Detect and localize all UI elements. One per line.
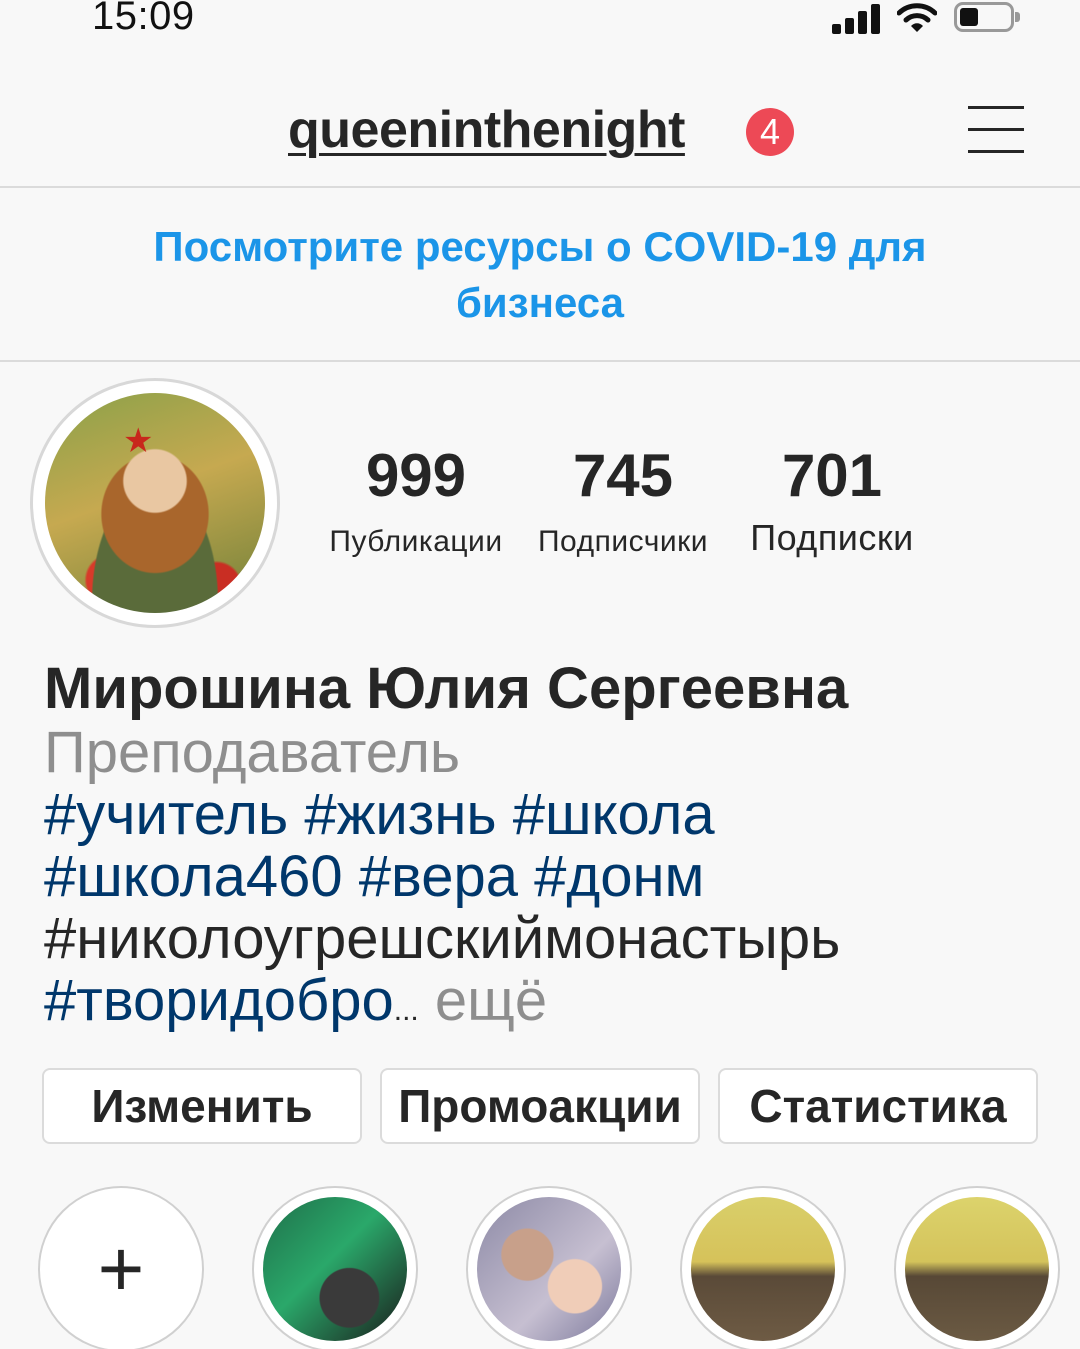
- star-icon: ★: [123, 422, 154, 460]
- profile-stats: 999 Публикации 745 Подписчики 701 Подпис…: [316, 440, 936, 570]
- battery-icon: [954, 2, 1020, 32]
- following-count: 701: [781, 442, 883, 509]
- bio-line: #школа460 #вера #донм: [44, 846, 1054, 908]
- hashtag-link[interactable]: #учитель: [44, 782, 288, 847]
- covid-resources-link[interactable]: Посмотрите ресурсы о COVID-19 для бизнес…: [100, 219, 980, 331]
- insights-button[interactable]: Статистика: [718, 1068, 1038, 1144]
- profile-bio: Мирошина Юлия Сергеевна Преподаватель #у…: [44, 656, 1054, 1042]
- highlight-item[interactable]: [894, 1186, 1060, 1349]
- new-highlight-button[interactable]: +: [38, 1186, 204, 1349]
- highlight-thumbnail: [263, 1197, 407, 1341]
- hashtag-link[interactable]: #вера: [359, 844, 518, 909]
- plus-icon: +: [97, 1224, 145, 1313]
- followers-label: Подписчики: [537, 525, 709, 558]
- highlight-item[interactable]: [466, 1186, 632, 1349]
- highlight-item[interactable]: [680, 1186, 846, 1349]
- covid-resources-banner[interactable]: Посмотрите ресурсы о COVID-19 для бизнес…: [0, 190, 1080, 362]
- bio-more-link[interactable]: ещё: [435, 968, 547, 1033]
- profile-actions: Изменить Промоакции Статистика: [42, 1068, 1038, 1144]
- hashtag-link[interactable]: #жизнь: [304, 782, 496, 847]
- posts-count: 999: [365, 442, 467, 509]
- highlight-item[interactable]: [252, 1186, 418, 1349]
- notification-badge: 4: [746, 108, 794, 156]
- hashtag-link[interactable]: #школа: [513, 782, 715, 847]
- bio-ellipsis: ...: [393, 994, 419, 1027]
- avatar[interactable]: ★: [45, 393, 265, 613]
- followers-stat[interactable]: 745 Подписчики: [526, 440, 720, 564]
- highlight-thumbnail: [691, 1197, 835, 1341]
- username-switcher[interactable]: queeninthenight: [288, 100, 685, 160]
- posts-stat[interactable]: 999 Публикации: [316, 440, 516, 564]
- profile-header: queeninthenight 4: [0, 60, 1080, 188]
- category-label: Преподаватель: [44, 720, 461, 785]
- full-name: Мирошина Юлия Сергеевна: [44, 656, 849, 721]
- followers-count: 745: [572, 442, 674, 509]
- status-time: 15:09: [92, 0, 195, 38]
- bio-line: #учитель #жизнь #школа: [44, 784, 1054, 846]
- following-label: Подписки: [750, 517, 914, 558]
- menu-icon[interactable]: [968, 106, 1024, 154]
- hashtag-link[interactable]: #творидобро: [44, 968, 394, 1033]
- promotions-button[interactable]: Промоакции: [380, 1068, 700, 1144]
- hashtag-link[interactable]: #донм: [534, 844, 704, 909]
- highlight-thumbnail: [477, 1197, 621, 1341]
- hashtag-link[interactable]: #школа460: [44, 844, 343, 909]
- hashtag-text: #николоугрешскиймонастырь: [44, 906, 841, 971]
- edit-profile-button[interactable]: Изменить: [42, 1068, 362, 1144]
- bio-line: #творидобро... ещё: [44, 970, 1054, 1042]
- signal-icon: [832, 4, 884, 34]
- bio-line: #николоугрешскиймонастырь: [44, 908, 1054, 970]
- wifi-icon: [897, 3, 937, 32]
- avatar-ring[interactable]: ★: [30, 378, 280, 628]
- following-stat[interactable]: 701 Подписки: [734, 440, 930, 560]
- posts-label: Публикации: [329, 525, 503, 558]
- status-bar: 15:09: [0, 0, 1080, 50]
- highlight-thumbnail: [905, 1197, 1049, 1341]
